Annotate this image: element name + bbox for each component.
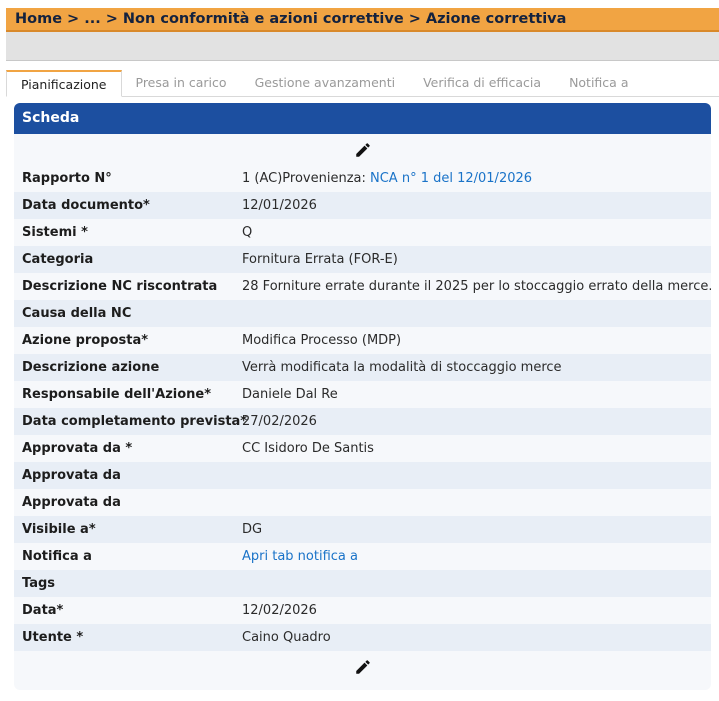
breadcrumb-current: Azione correttiva: [425, 11, 567, 27]
breadcrumb-ellipsis[interactable]: ...: [84, 11, 101, 27]
field-label: Approvata da *: [22, 441, 133, 456]
field-label: Rapporto N°: [22, 171, 112, 186]
tab-bar: Pianificazione Presa in carico Gestione …: [6, 70, 719, 97]
edit-row-bottom: [14, 651, 711, 682]
field-row-sistemi: Sistemi * Q: [14, 219, 711, 246]
field-row-causa-nc: Causa della NC: [14, 300, 711, 327]
field-row-data-documento: Data documento* 12/01/2026: [14, 192, 711, 219]
field-label: Descrizione azione: [22, 360, 160, 375]
field-row-categoria: Categoria Fornitura Errata (FOR-E): [14, 246, 711, 273]
breadcrumb-separator: >: [105, 11, 118, 27]
field-label: Tags: [22, 576, 56, 591]
field-label: Data documento*: [22, 198, 150, 213]
field-value: 28 Forniture errate durante il 2025 per …: [242, 279, 711, 294]
field-label: Data completamento prevista*: [22, 414, 248, 429]
open-notifica-tab-link[interactable]: Apri tab notifica a: [242, 549, 358, 564]
field-value: Verrà modificata la modalità di stoccagg…: [242, 360, 562, 375]
tab-notifica-a[interactable]: Notifica a: [555, 70, 642, 96]
field-value: Caino Quadro: [242, 630, 331, 645]
field-list: Rapporto N° 1 (AC)Provenienza: NCA n° 1 …: [14, 165, 711, 651]
tab-presa-in-carico[interactable]: Presa in carico: [122, 70, 241, 96]
field-label: Utente *: [22, 630, 84, 645]
field-value: Q: [242, 225, 253, 240]
field-row-approvata-da-2: Approvata da: [14, 462, 711, 489]
toolbar-bar: [6, 32, 719, 61]
field-label: Visibile a*: [22, 522, 96, 537]
field-value: DG: [242, 522, 263, 537]
edit-button-top[interactable]: [352, 139, 374, 161]
field-row-approvata-da-3: Approvata da: [14, 489, 711, 516]
field-row-visibile-a: Visibile a* DG: [14, 516, 711, 543]
field-value: Modifica Processo (MDP): [242, 333, 402, 348]
field-row-data: Data* 12/02/2026: [14, 597, 711, 624]
provenienza-link[interactable]: NCA n° 1 del 12/01/2026: [370, 171, 532, 186]
field-value: Apri tab notifica a: [242, 549, 711, 564]
field-label: Responsabile dell'Azione*: [22, 387, 212, 402]
tab-pianificazione[interactable]: Pianificazione: [6, 70, 122, 97]
field-row-responsabile: Responsabile dell'Azione* Daniele Dal Re: [14, 381, 711, 408]
card-title: Scheda: [14, 103, 711, 134]
field-label: Approvata da: [22, 495, 121, 510]
breadcrumb-separator: >: [408, 11, 421, 27]
field-row-tags: Tags: [14, 570, 711, 597]
breadcrumb-section[interactable]: Non conformità e azioni correttive: [123, 11, 404, 27]
field-value: 12/01/2026: [242, 198, 317, 213]
field-value: Fornitura Errata (FOR-E): [242, 252, 398, 267]
field-row-azione-proposta: Azione proposta* Modifica Processo (MDP): [14, 327, 711, 354]
field-row-notifica-a: Notifica a Apri tab notifica a: [14, 543, 711, 570]
field-value: 27/02/2026: [242, 414, 317, 429]
field-label: Approvata da: [22, 468, 121, 483]
field-row-utente: Utente * Caino Quadro: [14, 624, 711, 651]
field-row-descrizione-azione: Descrizione azione Verrà modificata la m…: [14, 354, 711, 381]
field-label: Causa della NC: [22, 306, 132, 321]
scheda-card: Scheda Rapporto N° 1 (AC)Provenienza: NC…: [14, 103, 711, 690]
field-value-text: 1 (AC)Provenienza:: [242, 171, 370, 186]
field-row-approvata-da-1: Approvata da * CC Isidoro De Santis: [14, 435, 711, 462]
breadcrumb-home[interactable]: Home: [15, 11, 62, 27]
field-label: Descrizione NC riscontrata: [22, 279, 218, 294]
field-row-data-completamento: Data completamento prevista* 27/02/2026: [14, 408, 711, 435]
edit-row-top: [14, 134, 711, 165]
field-value: Daniele Dal Re: [242, 387, 338, 402]
field-label: Sistemi *: [22, 225, 88, 240]
tab-gestione-avanzamenti[interactable]: Gestione avanzamenti: [241, 70, 410, 96]
breadcrumb: Home > ... > Non conformità e azioni cor…: [6, 8, 719, 32]
field-value: 1 (AC)Provenienza: NCA n° 1 del 12/01/20…: [242, 171, 711, 186]
field-label: Notifica a: [22, 549, 92, 564]
field-label: Data*: [22, 603, 64, 618]
pencil-icon: [355, 142, 370, 157]
breadcrumb-separator: >: [67, 11, 80, 27]
tab-verifica-di-efficacia[interactable]: Verifica di efficacia: [409, 70, 555, 96]
field-label: Categoria: [22, 252, 94, 267]
field-row-rapporto: Rapporto N° 1 (AC)Provenienza: NCA n° 1 …: [14, 165, 711, 192]
pencil-icon: [355, 659, 370, 674]
field-value: CC Isidoro De Santis: [242, 441, 374, 456]
field-row-descrizione-nc: Descrizione NC riscontrata 28 Forniture …: [14, 273, 711, 300]
field-label: Azione proposta*: [22, 333, 149, 348]
field-value: 12/02/2026: [242, 603, 317, 618]
edit-button-bottom[interactable]: [352, 656, 374, 678]
